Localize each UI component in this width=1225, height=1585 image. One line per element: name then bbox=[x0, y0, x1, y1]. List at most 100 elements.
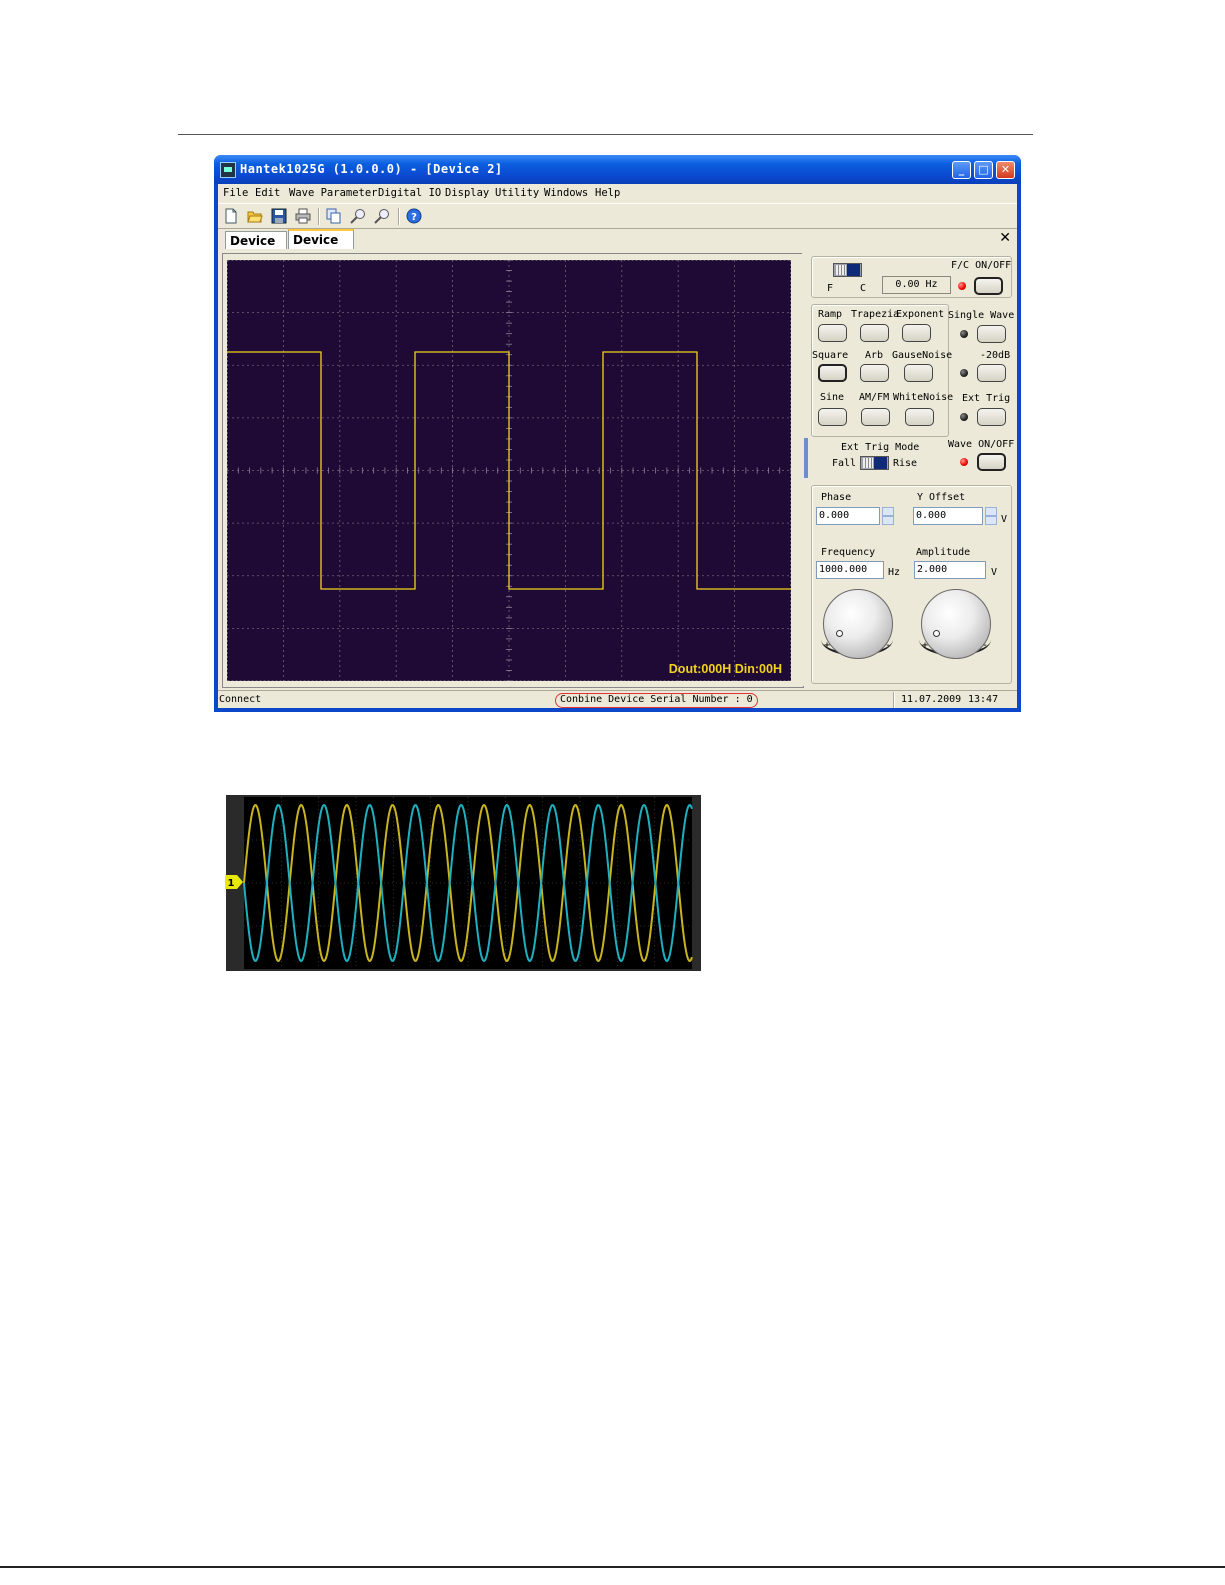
rise-label: Rise bbox=[893, 458, 918, 469]
menu-windows[interactable]: Windows bbox=[544, 187, 588, 199]
amfm-button[interactable] bbox=[861, 408, 890, 426]
tab-device-2[interactable]: Device 2 bbox=[288, 229, 354, 265]
close-window-button[interactable]: ✕ bbox=[996, 161, 1015, 179]
trapezia-label: Trapezia bbox=[851, 309, 900, 320]
client-area: File Edit Wave Parameter Digital IO Disp… bbox=[218, 184, 1017, 708]
single-wave-label: Single Wave bbox=[948, 310, 1015, 321]
square-wave-trace bbox=[227, 351, 791, 590]
single-wave-led bbox=[960, 330, 968, 338]
splitter-handle[interactable] bbox=[804, 438, 808, 478]
panel-splitter[interactable] bbox=[802, 253, 810, 686]
maximize-button[interactable]: □ bbox=[974, 161, 993, 179]
tab-device-1[interactable]: Device 1 bbox=[225, 231, 287, 266]
waveform-display: Dout:000H Din:00H bbox=[227, 260, 791, 681]
whitenoise-label: WhiteNoise bbox=[893, 392, 954, 403]
close-tab-icon[interactable]: ✕ bbox=[999, 230, 1011, 246]
menu-wave-parameter[interactable]: Wave Parameter bbox=[289, 187, 378, 199]
save-icon[interactable] bbox=[271, 208, 287, 224]
menu-help[interactable]: Help bbox=[595, 187, 620, 199]
ext-trig-mode-switch[interactable] bbox=[860, 456, 889, 470]
minus20db-led bbox=[960, 369, 968, 377]
ext-trig-label: Ext Trig bbox=[962, 393, 1011, 404]
amplitude-knob-minus: - bbox=[982, 640, 989, 651]
device-tabs: Device 1 Device 2 ✕ bbox=[218, 228, 1017, 266]
fc-right-label: C bbox=[860, 283, 867, 294]
square-button[interactable] bbox=[818, 364, 847, 382]
serial-number-status: Conbine Device Serial Number : 0 bbox=[555, 693, 758, 708]
page-bottom-rule bbox=[0, 1566, 1225, 1568]
gausenoise-button[interactable] bbox=[904, 364, 933, 382]
gausenoise-label: GauseNoise bbox=[892, 350, 953, 361]
frequency-input[interactable]: 1000.000 bbox=[816, 561, 884, 579]
phase-input[interactable]: 0.000 bbox=[816, 507, 880, 525]
status-time: 13:47 bbox=[968, 694, 999, 705]
ramp-button[interactable] bbox=[818, 324, 847, 342]
app-icon bbox=[220, 162, 236, 178]
new-file-icon[interactable] bbox=[223, 208, 239, 224]
open-folder-icon[interactable] bbox=[247, 208, 263, 224]
fc-indicator-led bbox=[958, 282, 966, 290]
menu-display[interactable]: Display bbox=[445, 187, 489, 199]
amplitude-input[interactable]: 2.000 bbox=[914, 561, 986, 579]
amplitude-label: Amplitude bbox=[916, 547, 971, 558]
arb-button[interactable] bbox=[860, 364, 889, 382]
amplitude-knob-plus: + bbox=[922, 640, 929, 651]
toolbar: ? bbox=[218, 203, 1017, 229]
phase-label: Phase bbox=[821, 492, 852, 503]
square-label: Square bbox=[812, 350, 849, 361]
trapezia-button[interactable] bbox=[860, 324, 889, 342]
zoom-in-icon[interactable] bbox=[350, 208, 366, 224]
single-wave-button[interactable] bbox=[977, 325, 1006, 343]
menu-digital-io[interactable]: Digital IO bbox=[378, 187, 441, 199]
y-offset-unit: V bbox=[1001, 514, 1008, 525]
menu-bar: File Edit Wave Parameter Digital IO Disp… bbox=[218, 184, 1017, 202]
status-bar: Connect Conbine Device Serial Number : 0… bbox=[218, 690, 1017, 709]
control-panel: F C 0.00 Hz F/C ON/OFF Ramp Trapezia Exp… bbox=[810, 253, 1017, 686]
minimize-button[interactable]: _ bbox=[952, 161, 971, 179]
y-offset-input[interactable]: 0.000 bbox=[913, 507, 983, 525]
fc-left-label: F bbox=[827, 283, 834, 294]
amplitude-knob[interactable] bbox=[921, 589, 991, 659]
amfm-label: AM/FM bbox=[859, 392, 890, 403]
exponent-button[interactable] bbox=[902, 324, 931, 342]
minus20db-button[interactable] bbox=[977, 364, 1006, 382]
frequency-knob-plus: + bbox=[824, 640, 831, 651]
frequency-knob[interactable] bbox=[823, 589, 893, 659]
y-offset-spinner[interactable] bbox=[985, 507, 997, 525]
channel-1-marker: 1 bbox=[225, 875, 243, 889]
ext-trig-led bbox=[960, 413, 968, 421]
ramp-label: Ramp bbox=[818, 309, 843, 320]
wave-onoff-label: Wave ON/OFF bbox=[948, 439, 1015, 450]
help-icon[interactable]: ? bbox=[406, 208, 422, 224]
menu-file[interactable]: File bbox=[223, 187, 248, 199]
fc-onoff-button[interactable] bbox=[974, 277, 1003, 295]
io-status-readout: Dout:000H Din:00H bbox=[669, 662, 782, 676]
minus20db-label: -20dB bbox=[980, 350, 1011, 361]
ext-trig-button[interactable] bbox=[977, 408, 1006, 426]
fc-toggle-switch[interactable] bbox=[833, 263, 862, 277]
frequency-label: Frequency bbox=[821, 547, 876, 558]
application-window: Hantek1025G (1.0.0.0) - [Device 2] _ □ ✕… bbox=[214, 155, 1021, 712]
copy-icon[interactable] bbox=[326, 208, 342, 224]
ext-trig-mode-label: Ext Trig Mode bbox=[841, 442, 920, 453]
status-date: 11.07.2009 bbox=[901, 694, 962, 705]
wave-onoff-button[interactable] bbox=[977, 453, 1006, 471]
title-bar[interactable]: Hantek1025G (1.0.0.0) - [Device 2] _ □ ✕ bbox=[214, 155, 1021, 184]
menu-edit[interactable]: Edit bbox=[255, 187, 280, 199]
menu-utility[interactable]: Utility bbox=[495, 187, 539, 199]
sine-button[interactable] bbox=[818, 408, 847, 426]
sine-label: Sine bbox=[820, 392, 845, 403]
phase-spinner[interactable] bbox=[882, 507, 894, 525]
channel-1-marker-label: 1 bbox=[228, 878, 235, 889]
frequency-unit: Hz bbox=[888, 567, 901, 578]
toolbar-separator bbox=[398, 208, 400, 225]
fc-onoff-label: F/C ON/OFF bbox=[951, 260, 1012, 271]
zoom-out-icon[interactable] bbox=[374, 208, 390, 224]
fall-label: Fall bbox=[832, 458, 857, 469]
frequency-knob-minus: - bbox=[885, 640, 892, 651]
counter-frequency-readout: 0.00 Hz bbox=[882, 276, 951, 294]
print-icon[interactable] bbox=[295, 208, 311, 224]
dual-channel-scope-capture bbox=[226, 795, 701, 971]
wave-output-led bbox=[960, 458, 968, 466]
whitenoise-button[interactable] bbox=[905, 408, 934, 426]
